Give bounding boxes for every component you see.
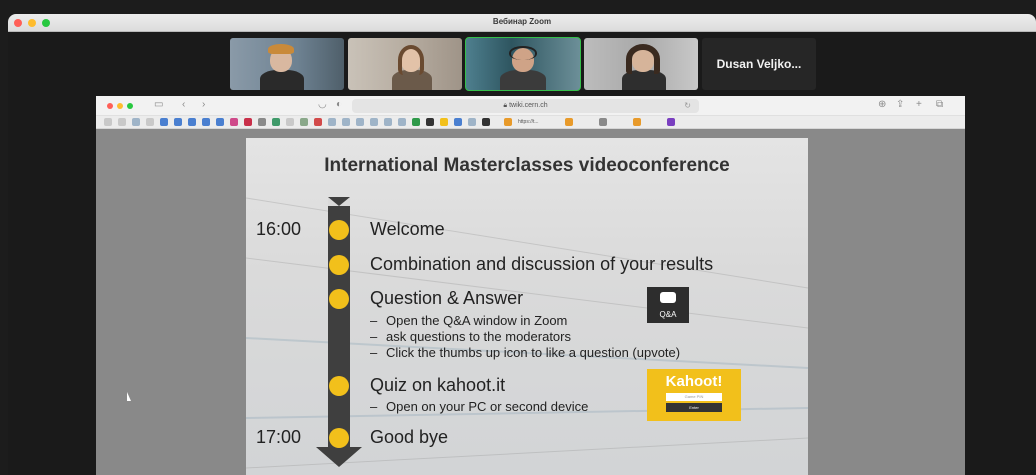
kahoot-logo: Kahoot! <box>665 373 723 390</box>
back-icon[interactable]: ‹ <box>182 99 185 110</box>
agenda-item-welcome: Welcome <box>370 219 445 239</box>
participant-name-tile[interactable]: Dusan Veljko... <box>702 38 816 90</box>
qa-subitem: ask questions to the moderators <box>370 329 571 344</box>
participant-name: Dusan Veljko... <box>716 57 802 71</box>
bookmark-icon[interactable] <box>356 118 364 126</box>
address-bar[interactable]: 🔒︎ twiki.cern.ch ↻ <box>352 99 699 113</box>
browser-toolbar: ▭ ‹ › ◡ ◐ 🔒︎ twiki.cern.ch ↻ ⊕ ⇪ + ⧉ <box>96 96 965 116</box>
kahoot-game-pin-input: Game PIN <box>666 393 722 401</box>
bookmark-icon[interactable] <box>272 118 280 126</box>
bookmark-icon[interactable] <box>258 118 266 126</box>
zoom-window: Вебинар Zoom Dusan Veljko... ▭ ‹ › ◡ ◐ 🔒… <box>8 14 1036 475</box>
forward-icon[interactable]: › <box>202 99 205 110</box>
kahoot-enter-button: Enter <box>666 403 722 412</box>
agenda-item-qa: Question & Answer <box>370 288 524 308</box>
bookmark-icon[interactable] <box>230 118 238 126</box>
bookmark-icon[interactable] <box>160 118 168 126</box>
shared-screen-browser: ▭ ‹ › ◡ ◐ 🔒︎ twiki.cern.ch ↻ ⊕ ⇪ + ⧉ htt… <box>96 96 965 475</box>
privacy-icon[interactable]: ◐ <box>336 99 342 110</box>
bookmark-icon[interactable] <box>412 118 420 126</box>
bookmark-icon[interactable] <box>244 118 252 126</box>
qa-icon: Q&A <box>647 287 689 323</box>
timeline-dot <box>329 376 349 396</box>
agenda-item-combination: Combination and discussion of your resul… <box>370 254 714 274</box>
chat-bubble-icon <box>660 292 676 303</box>
bookmark-icon[interactable] <box>564 118 573 126</box>
bookmark-icon[interactable] <box>342 118 350 126</box>
bookmark-icon[interactable] <box>146 118 154 126</box>
bookmark-icon[interactable] <box>598 118 607 126</box>
end-time: 17:00 <box>256 427 302 447</box>
bookmark-icon[interactable] <box>398 118 406 126</box>
bookmark-icon[interactable] <box>328 118 336 126</box>
timeline-dot <box>329 220 349 240</box>
bookmark-icon[interactable] <box>370 118 378 126</box>
bookmark-icon[interactable] <box>384 118 392 126</box>
bookmark-icon[interactable] <box>426 118 434 126</box>
qa-subitem: Click the thumbs up icon to like a quest… <box>370 345 680 360</box>
bookmark-icon[interactable] <box>202 118 210 126</box>
timeline-arrow-tip <box>316 447 362 467</box>
active-speaker-video-tile[interactable] <box>465 37 581 91</box>
agenda-item-quiz: Quiz on kahoot.it <box>370 375 506 395</box>
bookmarks-bar: https://t... <box>96 116 965 129</box>
bookmark-icon[interactable] <box>454 118 462 126</box>
kahoot-screenshot: Kahoot! Game PIN Enter <box>647 369 741 421</box>
download-icon[interactable]: ⊕ <box>878 99 886 110</box>
bookmark-icon[interactable] <box>482 118 490 126</box>
bookmark-icon[interactable] <box>188 118 196 126</box>
qa-icon-label: Q&A <box>659 310 677 319</box>
agenda-item-goodbye: Good bye <box>370 427 449 447</box>
slide-title: International Masterclasses videoconfere… <box>324 155 730 176</box>
presentation-slide: International Masterclasses videoconfere… <box>246 138 808 475</box>
shield-icon[interactable]: ◡ <box>318 99 327 110</box>
bookmark-icon[interactable] <box>440 118 448 126</box>
qa-subitem: Open the Q&A window in Zoom <box>370 313 567 328</box>
tabs-overview-icon[interactable]: ⧉ <box>936 99 943 110</box>
timeline-dot <box>329 255 349 275</box>
bookmark-icon[interactable] <box>504 118 512 126</box>
bookmark-icon[interactable] <box>286 118 294 126</box>
bookmark-icon[interactable] <box>174 118 182 126</box>
bookmark-icon[interactable] <box>132 118 140 126</box>
participant-video-tile[interactable] <box>230 38 344 90</box>
zoom-titlebar: Вебинар Zoom <box>8 14 1036 32</box>
timeline-dot <box>329 428 349 448</box>
bookmark-icon[interactable] <box>104 118 112 126</box>
browser-content-area: International Masterclasses videoconfere… <box>96 129 965 475</box>
participant-video-strip: Dusan Veljko... <box>230 37 816 91</box>
timeline-dot <box>329 289 349 309</box>
bookmark-label[interactable]: https://t... <box>518 119 539 125</box>
bookmark-icon[interactable] <box>300 118 308 126</box>
participant-video-tile[interactable] <box>584 38 698 90</box>
participant-video-tile[interactable] <box>348 38 462 90</box>
start-time: 16:00 <box>256 219 302 239</box>
bookmark-icon[interactable] <box>118 118 126 126</box>
bookmark-icon[interactable] <box>632 118 641 126</box>
browser-close-button[interactable] <box>107 103 113 109</box>
sidebar-icon[interactable]: ▭ <box>154 99 163 110</box>
url-text: twiki.cern.ch <box>509 102 548 109</box>
browser-maximize-button[interactable] <box>127 103 133 109</box>
browser-minimize-button[interactable] <box>117 103 123 109</box>
share-icon[interactable]: ⇪ <box>896 99 904 110</box>
bookmark-icon[interactable] <box>468 118 476 126</box>
mouse-cursor-icon <box>127 392 131 401</box>
bookmark-icon[interactable] <box>314 118 322 126</box>
reload-icon[interactable]: ↻ <box>684 99 691 113</box>
zoom-window-title: Вебинар Zoom <box>492 17 552 26</box>
timeline-arrow-notch <box>328 197 350 206</box>
new-tab-icon[interactable]: + <box>916 99 922 110</box>
quiz-subitem: Open on your PC or second device <box>370 399 588 414</box>
bookmark-icon[interactable] <box>216 118 224 126</box>
bookmark-icon[interactable] <box>666 118 675 126</box>
